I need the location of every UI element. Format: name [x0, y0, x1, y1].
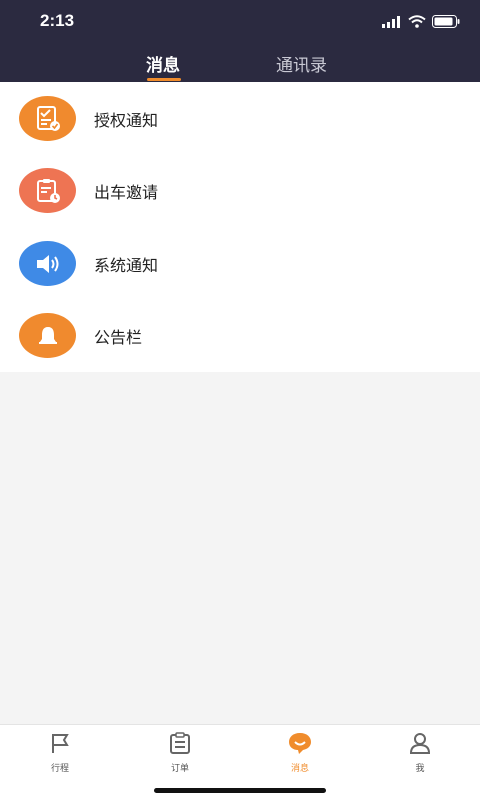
home-indicator: [154, 788, 326, 793]
tabbar-item-trips[interactable]: 行程: [30, 731, 90, 775]
app-header: 2:13 消息 通讯录: [0, 0, 480, 82]
status-time: 2:13: [40, 11, 75, 30]
list-item-label: 出车邀请: [94, 183, 159, 202]
tab-messages[interactable]: 消息: [146, 51, 180, 76]
wifi-icon: [408, 13, 426, 32]
tabbar-label: 行程: [50, 764, 69, 774]
tabbar-label: 我: [415, 764, 425, 774]
list-item-label: 系统通知: [94, 256, 159, 275]
signal-icon: [382, 13, 402, 32]
list-item-car-invite[interactable]: 出车邀请: [0, 154, 480, 226]
car-invite-icon: [19, 168, 76, 213]
message-list: 授权通知 出车邀请 系统通知 公告栏: [0, 82, 480, 372]
authorization-notice-icon: [19, 96, 76, 141]
speaker-icon: [19, 241, 76, 286]
top-tabs: 消息 通讯录: [0, 44, 480, 82]
user-icon: [408, 731, 432, 759]
tab-contacts[interactable]: 通讯录: [276, 51, 327, 76]
clipboard-icon: [168, 731, 192, 759]
message-icon: [287, 731, 313, 759]
bell-icon: [19, 313, 76, 358]
tabbar-label: 消息: [290, 764, 309, 774]
list-item-authorization[interactable]: 授权通知: [0, 82, 480, 154]
tabbar-label: 订单: [170, 764, 189, 774]
list-item-label: 公告栏: [94, 328, 143, 347]
tabbar-item-me[interactable]: 我: [390, 731, 450, 775]
tabbar-item-orders[interactable]: 订单: [150, 731, 210, 775]
battery-icon: [432, 13, 460, 32]
status-icons: [382, 13, 460, 32]
list-item-system-notice[interactable]: 系统通知: [0, 227, 480, 299]
list-item-bulletin[interactable]: 公告栏: [0, 299, 480, 371]
flag-icon: [48, 731, 72, 759]
tab-indicator: [147, 78, 181, 81]
status-bar: 2:13: [0, 0, 480, 44]
tabbar-item-messages[interactable]: 消息: [270, 731, 330, 775]
list-item-label: 授权通知: [94, 111, 159, 130]
